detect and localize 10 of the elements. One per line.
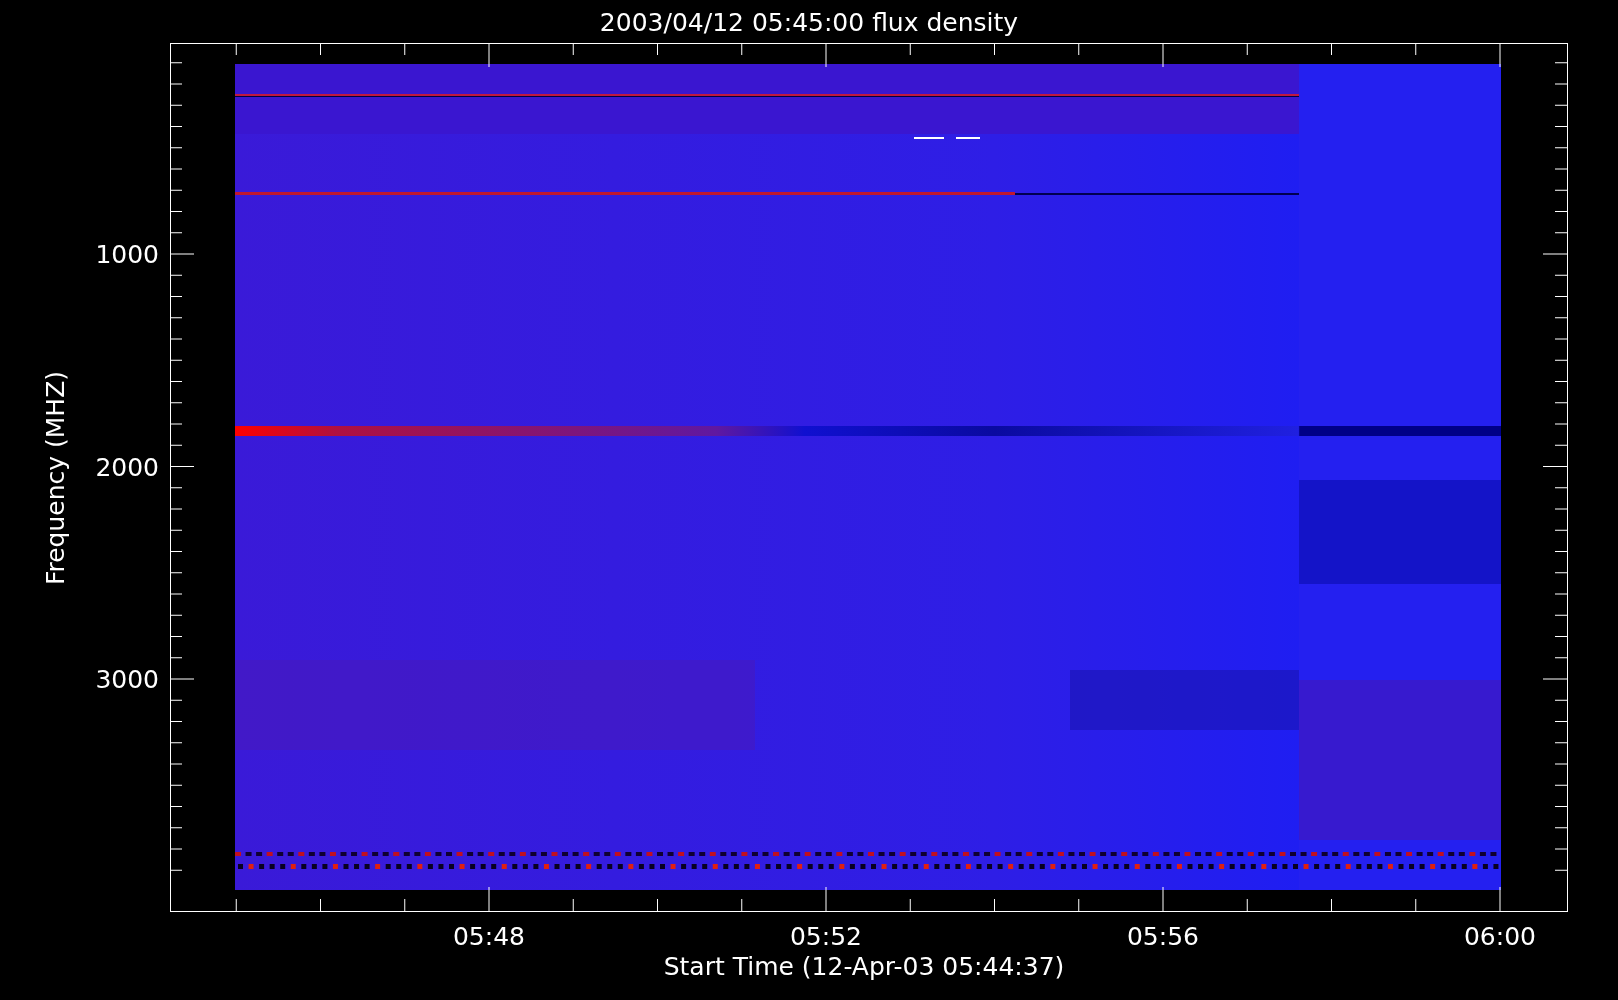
y-tick-label: 2000	[95, 452, 159, 482]
y-axis-label: Frequency (MHZ)	[41, 370, 70, 586]
x-tick-label: 05:52	[790, 922, 862, 951]
chart-title: 2003/04/12 05:45:00 flux density	[599, 8, 1019, 37]
x-tick-label: 05:56	[1127, 922, 1199, 951]
y-tick-label: 3000	[95, 665, 159, 694]
x-tick-label: 05:48	[453, 922, 525, 951]
x-tick-label: 06:00	[1464, 922, 1536, 951]
y-tick-label: 1000	[95, 240, 159, 269]
x-axis-label: Start Time (12-Apr-03 05:44:37)	[663, 952, 1065, 981]
